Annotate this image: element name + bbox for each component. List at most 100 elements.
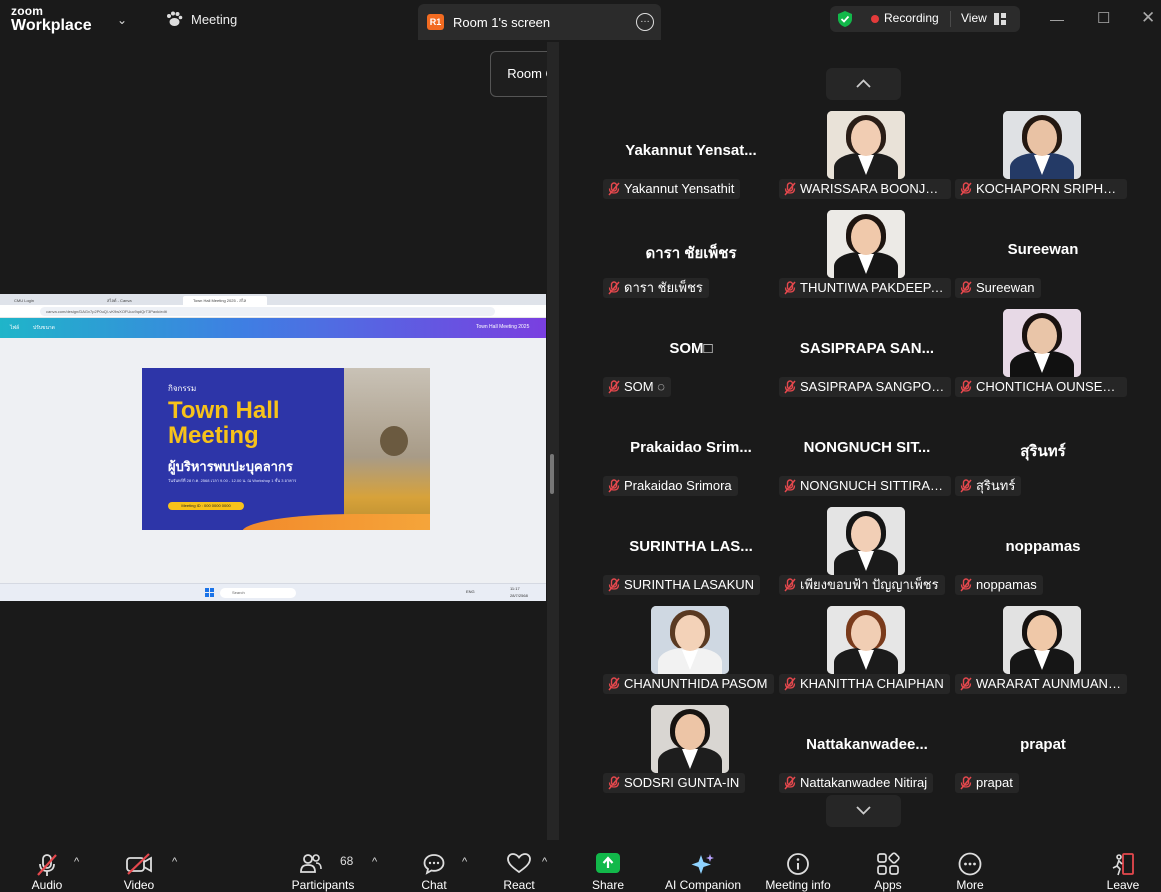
mic-muted-icon	[784, 578, 796, 595]
title-bar: zoom Workplace ⌄ Meeting R1 Room 1's scr…	[0, 0, 1161, 42]
gallery-page-up-button[interactable]	[826, 68, 901, 100]
participant-name: SASIPRAPA SANGPONG...	[800, 379, 951, 394]
slide-subtitle: ผู้บริหารพบปะบุคลากร	[168, 459, 293, 474]
gallery-page-down-button[interactable]	[826, 795, 901, 827]
mic-muted-icon	[784, 677, 796, 694]
participant-tile[interactable]: WARISSARA BOONJARO...	[779, 111, 955, 210]
mic-muted-icon	[608, 677, 620, 694]
react-options-caret[interactable]: ^	[542, 856, 547, 868]
participant-video	[827, 606, 905, 674]
participant-display-name: SOM□	[669, 340, 713, 357]
minimize-icon[interactable]: —	[1050, 11, 1064, 27]
participant-tile[interactable]: Yakannut Yensat... Yakannut Yensathit	[603, 111, 779, 210]
more-options-icon[interactable]: …	[636, 13, 654, 31]
participant-display-name: prapat	[1020, 736, 1066, 753]
mic-muted-icon	[608, 578, 620, 595]
participant-name: สุรินทร์	[976, 478, 1016, 493]
participant-name: WARARAT AUNMUANGIN	[976, 676, 1127, 691]
shared-screen[interactable]: CMU Login สไลด์ - Canva Town Hall Meetin…	[0, 294, 546, 601]
mic-muted-icon	[960, 776, 972, 793]
participant-display-name: Yakannut Yensat...	[625, 142, 757, 159]
participants-label: Participants	[291, 878, 355, 892]
participant-tile[interactable]: SURINTHA LAS... SURINTHA LASAKUN	[603, 507, 779, 606]
windows-start-icon[interactable]	[205, 588, 214, 597]
maximize-icon[interactable]: ☐	[1097, 9, 1110, 27]
leave-label: Leave	[1106, 878, 1140, 892]
participant-tile[interactable]: สุรินทร์ สุรินทร์	[955, 408, 1131, 507]
view-button[interactable]: View	[961, 11, 987, 25]
participant-name-tag: เพียงขอบฟ้า ปัญญาเพ็ชร	[779, 575, 945, 595]
participant-name-tag: NONGNUCH SITTIRACH	[779, 476, 951, 496]
canva-header: ไฟล์ ปรับขนาด Town Hall Meeting 2025	[0, 318, 546, 338]
canva-resize[interactable]: ปรับขนาด	[33, 324, 55, 332]
mic-muted-icon	[608, 776, 620, 793]
recording-dot-icon	[871, 15, 879, 23]
participant-name: noppamas	[976, 577, 1037, 592]
participant-name-tag: noppamas	[955, 575, 1043, 595]
participants-options-caret[interactable]: ^	[372, 856, 377, 868]
participant-name-tag: SOM ◌	[603, 377, 671, 397]
heart-icon	[507, 853, 531, 874]
participant-tile[interactable]: WARARAT AUNMUANGIN	[955, 606, 1131, 705]
participant-video	[827, 210, 905, 278]
participant-tile[interactable]: CHANUNTHIDA PASOM	[603, 606, 779, 705]
windows-taskbar: Search ENG 11:17 28/7/2568	[0, 583, 546, 601]
browser-tab-active[interactable]: Town Hall Meeting 2025 - สไล	[183, 296, 267, 305]
splitter-drag-handle[interactable]	[550, 454, 554, 494]
browser-tab[interactable]: สไลด์ - Canva	[97, 296, 181, 305]
video-options-caret[interactable]: ^	[172, 856, 177, 868]
participant-tile[interactable]: CHONTICHA OUNSEEMA	[955, 309, 1131, 408]
participant-tile[interactable]: NONGNUCH SIT... NONGNUCH SITTIRACH	[779, 408, 955, 507]
participants-icon	[300, 854, 322, 873]
slide-title-line1: Town Hall	[168, 397, 280, 424]
participant-tile[interactable]: noppamas noppamas	[955, 507, 1131, 606]
mic-muted-icon	[960, 578, 972, 595]
canva-file-menu[interactable]: ไฟล์	[10, 324, 19, 332]
room-screen-tab[interactable]: R1 Room 1's screen …	[418, 4, 661, 40]
url-field[interactable]: canva.com/design/DAGv7p2P0uQ/-vK9wXOFUuc…	[40, 307, 495, 316]
participant-video	[1003, 111, 1081, 179]
browser-tab[interactable]: CMU Login	[4, 296, 94, 305]
mic-muted-icon	[960, 281, 972, 298]
participant-tile[interactable]: KHANITTHA CHAIPHAN	[779, 606, 955, 705]
participant-tile[interactable]: Sureewan Sureewan	[955, 210, 1131, 309]
taskbar-search[interactable]: Search	[220, 588, 296, 598]
grid-view-icon[interactable]	[994, 13, 1006, 25]
participant-name-tag: Yakannut Yensathit	[603, 179, 741, 199]
participant-name: Yakannut Yensathit	[624, 181, 735, 196]
participant-tile[interactable]: ดารา ชัยเพ็ชร ดารา ชัยเพ็ชร	[603, 210, 779, 309]
participant-tile[interactable]: prapat prapat	[955, 705, 1131, 804]
participant-name-tag: WARARAT AUNMUANGIN	[955, 674, 1127, 694]
mic-muted-icon	[784, 182, 796, 199]
participant-display-name: Prakaidao Srim...	[630, 439, 752, 456]
recording-status[interactable]: Recording View	[830, 6, 1020, 32]
more-icon	[958, 852, 982, 876]
close-icon[interactable]: ✕	[1141, 8, 1155, 28]
participant-tile[interactable]: SODSRI GUNTA-IN	[603, 705, 779, 804]
recording-label: Recording	[884, 11, 939, 25]
ai-companion-label: AI Companion	[664, 878, 742, 892]
participant-video	[827, 111, 905, 179]
meeting-info-label: Meeting info	[765, 878, 831, 892]
participant-tile[interactable]: SOM□ SOM ◌	[603, 309, 779, 408]
participant-name-tag: Sureewan	[955, 278, 1041, 298]
meeting-tab[interactable]: Meeting	[165, 11, 237, 27]
participant-name-tag: prapat	[955, 773, 1019, 793]
participant-tile[interactable]: SASIPRAPA SAN... SASIPRAPA SANGPONG...	[779, 309, 955, 408]
participant-tile[interactable]: Nattakanwadee... Nattakanwadee Nitiraj	[779, 705, 955, 804]
info-icon	[787, 853, 809, 875]
participant-display-name: SASIPRAPA SAN...	[799, 340, 935, 357]
chevron-down-icon	[856, 806, 871, 815]
participant-tile[interactable]: เพียงขอบฟ้า ปัญญาเพ็ชร	[779, 507, 955, 606]
chevron-down-icon[interactable]: ⌄	[117, 13, 127, 27]
audio-options-caret[interactable]: ^	[74, 856, 79, 868]
chat-icon	[423, 854, 445, 875]
room-tab-title: Room 1's screen	[453, 15, 551, 30]
participant-display-name: Sureewan	[1007, 241, 1079, 258]
video-label: Video	[123, 878, 155, 892]
participant-tile[interactable]: Prakaidao Srim... Prakaidao Srimora	[603, 408, 779, 507]
participant-tile[interactable]: KOCHAPORN SRIPHAN	[955, 111, 1131, 210]
participant-name-tag: Prakaidao Srimora	[603, 476, 738, 496]
chat-options-caret[interactable]: ^	[462, 856, 467, 868]
participant-tile[interactable]: THUNTIWA PAKDEEPATR...	[779, 210, 955, 309]
